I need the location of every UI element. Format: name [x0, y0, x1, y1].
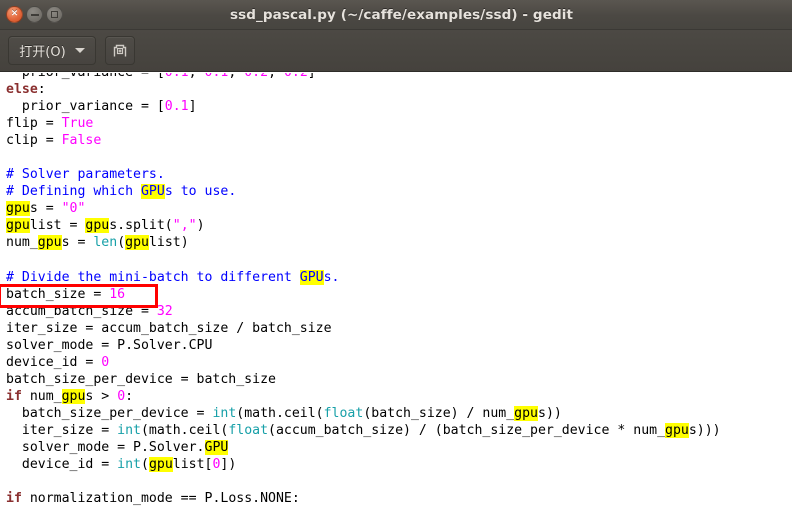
- code-line: accum_batch_size = 32: [6, 303, 173, 319]
- code-line: flip = True: [6, 116, 94, 132]
- code-line: # Solver parameters.: [6, 166, 721, 183]
- code-number: 32: [156, 303, 173, 319]
- code-builtin: int: [117, 457, 141, 473]
- text-editor-area[interactable]: prior_variance = [0.1, 0.1, 0.2, 0.2]els…: [0, 73, 792, 518]
- code-line: # Defining which GPUs to use.: [6, 183, 721, 200]
- code-line: num_gpus = len(gpulist): [6, 235, 189, 251]
- source-code[interactable]: prior_variance = [0.1, 0.1, 0.2, 0.2]els…: [6, 73, 721, 507]
- gedit-window: × ssd_pascal.py (~/caffe/examples/ssd) -…: [0, 0, 792, 518]
- code-comment: # Divide the mini-batch to different GPU…: [6, 269, 340, 285]
- code-builtin: int: [117, 422, 141, 438]
- code-comment: # Solver parameters.: [6, 167, 165, 183]
- toolbar: 打开(O): [0, 30, 792, 72]
- search-match: gpu: [85, 218, 110, 234]
- search-match: gpu: [61, 388, 86, 404]
- code-keyword: if: [6, 491, 22, 507]
- code-line: prior_variance = [0.1]: [6, 99, 197, 115]
- search-match: GPU: [140, 184, 165, 200]
- code-builtin: float: [323, 405, 364, 421]
- code-boolean: False: [61, 133, 102, 149]
- code-number: 0: [117, 388, 126, 404]
- code-line: if normalization_mode == P.Loss.NONE:: [6, 491, 300, 507]
- search-match: gpu: [148, 457, 173, 473]
- code-number: 0.2: [284, 73, 308, 80]
- code-line: solver_mode = P.Solver.CPU: [6, 337, 213, 353]
- search-match: gpu: [665, 422, 689, 438]
- window-title: ssd_pascal.py (~/caffe/examples/ssd) - g…: [229, 6, 573, 23]
- minimize-window-button[interactable]: [26, 6, 43, 23]
- code-line: prior_variance = [0.1, 0.1, 0.2, 0.2]: [6, 73, 721, 81]
- code-number: 0.1: [165, 73, 189, 80]
- code-number: 0.1: [164, 99, 189, 115]
- save-icon: [113, 44, 127, 56]
- close-icon: ×: [10, 8, 19, 19]
- code-builtin: len: [93, 235, 118, 251]
- code-line: clip = False: [6, 133, 102, 149]
- code-number: 0: [101, 354, 110, 370]
- code-string: ",": [172, 218, 197, 234]
- minimize-icon: [30, 13, 39, 16]
- save-file-button[interactable]: [105, 36, 135, 65]
- code-line: if num_gpus > 0:: [6, 388, 134, 404]
- code-boolean: True: [61, 116, 94, 132]
- chevron-down-icon: [74, 48, 85, 53]
- close-window-button[interactable]: ×: [6, 6, 23, 23]
- search-match: gpu: [6, 218, 30, 234]
- code-line: batch_size = 16: [6, 286, 126, 302]
- code-line: device_id = 0: [6, 354, 110, 370]
- code-line: batch_size_per_device = batch_size: [6, 371, 276, 387]
- code-line: device_id = int(gpulist[0]): [6, 457, 237, 473]
- code-line: solver_mode = P.Solver.GPU: [6, 440, 229, 456]
- code-line: batch_size_per_device = int(math.ceil(fl…: [6, 405, 562, 421]
- window-controls: ×: [6, 6, 63, 23]
- code-string: "0": [61, 201, 86, 217]
- search-match: GPU: [299, 269, 324, 285]
- code-keyword: else: [6, 82, 38, 98]
- code-line: else:: [6, 82, 46, 98]
- search-match: gpu: [37, 235, 62, 251]
- code-keyword: if: [6, 388, 22, 404]
- code-comment: # Defining which GPUs to use.: [6, 184, 237, 200]
- search-match: gpu: [125, 235, 149, 251]
- code-line: iter_size = accum_batch_size / batch_siz…: [6, 320, 332, 336]
- code-line: # Divide the mini-batch to different GPU…: [6, 269, 721, 286]
- code-number: 0.2: [244, 73, 268, 80]
- search-match: gpu: [514, 405, 538, 421]
- code-number: 0.1: [205, 73, 229, 80]
- code-number: 16: [109, 286, 126, 302]
- code-number: 0: [212, 457, 221, 473]
- search-match: GPU: [204, 440, 229, 456]
- code-line: gpulist = gpus.split(","): [6, 218, 205, 234]
- code-builtin: int: [212, 405, 237, 421]
- title-bar: × ssd_pascal.py (~/caffe/examples/ssd) -…: [0, 0, 792, 30]
- maximize-icon: [51, 11, 58, 18]
- code-line: iter_size = int(math.ceil(float(accum_ba…: [6, 422, 721, 438]
- code-line: gpus = "0": [6, 201, 86, 217]
- maximize-window-button[interactable]: [46, 6, 63, 23]
- code-builtin: float: [228, 422, 269, 438]
- search-match: gpu: [6, 201, 30, 217]
- open-file-button[interactable]: 打开(O): [8, 36, 96, 65]
- open-file-label: 打开(O): [19, 45, 66, 60]
